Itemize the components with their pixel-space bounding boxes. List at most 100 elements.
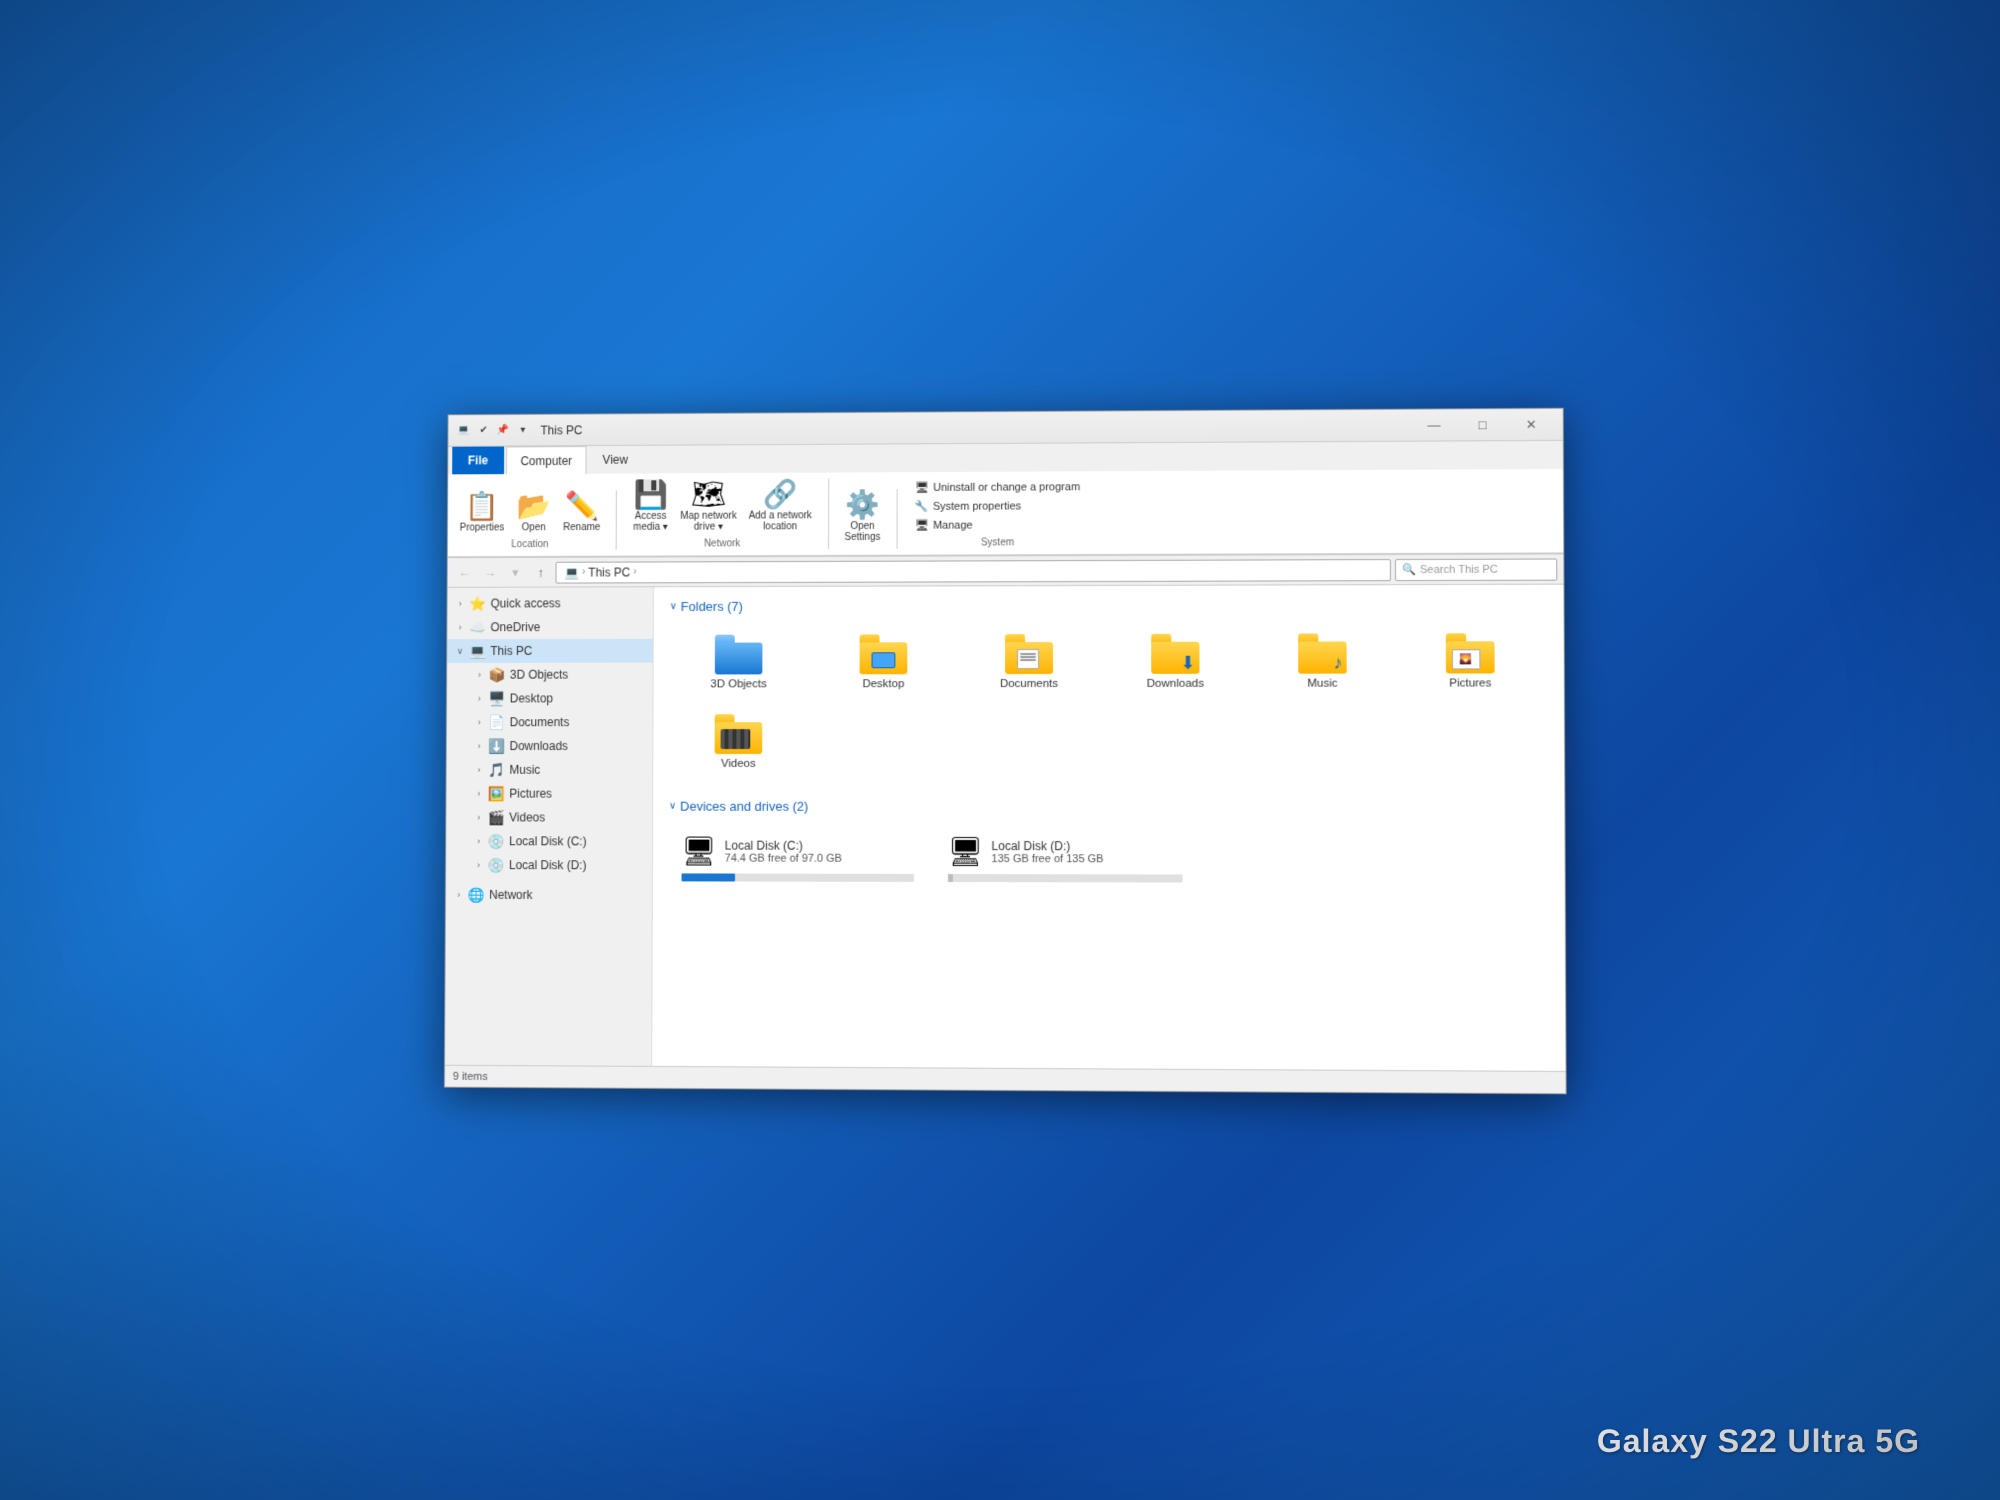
- sidebar-item-network[interactable]: › 🌐 Network: [446, 883, 652, 907]
- folder-item-desktop[interactable]: Desktop: [814, 625, 953, 699]
- maximize-button[interactable]: □: [1459, 413, 1506, 437]
- add-location-label: Add a networklocation: [749, 510, 812, 532]
- downloads-label: Downloads: [510, 739, 568, 753]
- up-button[interactable]: ↑: [530, 561, 552, 583]
- 3d-objects-folder-icon: [715, 635, 763, 675]
- crumb-icon: 💻: [564, 565, 579, 579]
- pictures-arrow: ›: [474, 789, 484, 799]
- 3d-objects-label: 3D Objects: [510, 668, 568, 682]
- dropdown-icon: ▾: [515, 422, 531, 438]
- tab-file[interactable]: File: [452, 447, 504, 475]
- ribbon-system-props-button[interactable]: 🔧 System properties: [909, 497, 1086, 515]
- ribbon-add-location-button[interactable]: 🔗 Add a networklocation: [745, 479, 816, 535]
- rename-label: Rename: [563, 522, 600, 533]
- pictures-item-label: Pictures: [1449, 677, 1491, 689]
- disk-c-icon: 💿: [487, 833, 505, 850]
- folder-item-music[interactable]: ♪ Music: [1252, 624, 1394, 699]
- disk-d-arrow: ›: [474, 860, 484, 870]
- network-icon: 🌐: [468, 886, 486, 903]
- ribbon-manage-button[interactable]: 🖥 Manage: [909, 516, 1086, 534]
- crumb-separator: ›: [582, 567, 585, 578]
- ribbon-map-drive-button[interactable]: 🗺 Map networkdrive ▾: [676, 479, 741, 535]
- this-pc-arrow: ∨: [455, 646, 465, 657]
- recent-locations-button[interactable]: ▾: [504, 561, 526, 583]
- drives-section-header: ∨ Devices and drives (2): [669, 799, 1548, 815]
- map-drive-label: Map networkdrive ▾: [680, 511, 737, 533]
- ribbon-group-settings: ⚙️ OpenSettings: [841, 489, 898, 549]
- documents-label: Documents: [510, 715, 570, 729]
- disk-d-label: Local Disk (D:): [509, 858, 587, 872]
- music-arrow: ›: [474, 765, 484, 775]
- sidebar-item-this-pc[interactable]: ∨ 💻 This PC: [447, 639, 653, 663]
- search-box[interactable]: 🔍 Search This PC: [1395, 558, 1557, 581]
- folder-item-videos[interactable]: Videos: [669, 705, 808, 779]
- drive-d-progress-bar: [948, 874, 1183, 883]
- title-bar-icons: 💻 ✔ 📌 ▾: [456, 422, 530, 438]
- open-icon: 📂: [517, 493, 551, 521]
- music-folder-icon: ♪: [1298, 633, 1347, 673]
- disk-c-arrow: ›: [474, 836, 484, 846]
- folder-item-documents[interactable]: Documents: [959, 625, 1099, 699]
- search-icon: 🔍: [1402, 563, 1416, 576]
- sidebar-item-desktop[interactable]: › 🖥️ Desktop: [447, 686, 653, 710]
- onedrive-arrow: ›: [455, 622, 465, 632]
- ribbon-rename-button[interactable]: ✏️ Rename: [559, 490, 604, 535]
- desktop-label: Desktop: [510, 691, 553, 705]
- sidebar-item-documents[interactable]: › 📄 Documents: [447, 710, 653, 734]
- forward-button[interactable]: →: [479, 562, 501, 584]
- network-group-label: Network: [629, 538, 816, 550]
- drive-c-icon: 🖥: [682, 835, 717, 868]
- watermark: Galaxy S22 Ultra 5G: [1597, 1423, 1920, 1460]
- ribbon-open-settings-button[interactable]: ⚙️ OpenSettings: [841, 489, 885, 545]
- folder-item-3d-objects[interactable]: 3D Objects: [669, 626, 808, 700]
- videos-label: Videos: [509, 811, 545, 825]
- desktop-icon: 🖥️: [488, 690, 506, 707]
- sidebar-item-local-disk-c[interactable]: › 💿 Local Disk (C:): [446, 829, 652, 853]
- rename-icon: ✏️: [565, 492, 599, 520]
- drive-item-d[interactable]: 🖥 Local Disk (D:) 135 GB free of 135 GB: [935, 826, 1196, 892]
- address-path[interactable]: 💻 › This PC ›: [556, 559, 1391, 584]
- drive-c-free: 74.4 GB free of 97.0 GB: [725, 852, 914, 864]
- folder-item-pictures[interactable]: 🌄 Pictures: [1399, 624, 1541, 699]
- sidebar-item-music[interactable]: › 🎵 Music: [447, 758, 653, 782]
- sidebar-item-videos[interactable]: › 🎬 Videos: [446, 805, 652, 829]
- downloads-item-label: Downloads: [1147, 678, 1204, 690]
- system-props-label: System properties: [933, 500, 1021, 512]
- downloads-folder-icon: ⬇: [1151, 634, 1199, 674]
- ribbon-group-network: 💾 Accessmedia ▾ 🗺 Map networkdrive ▾ 🔗 A…: [629, 479, 829, 550]
- add-location-icon: 🔗: [763, 481, 798, 509]
- ribbon-uninstall-button[interactable]: 🖥 Uninstall or change a program: [909, 478, 1086, 496]
- sidebar-item-quick-access[interactable]: › ⭐ Quick access: [447, 591, 652, 615]
- sidebar-item-pictures[interactable]: › 🖼️ Pictures: [446, 782, 652, 806]
- uninstall-label: Uninstall or change a program: [933, 481, 1080, 494]
- drive-item-c[interactable]: 🖥 Local Disk (C:) 74.4 GB free of 97.0 G…: [669, 826, 927, 891]
- back-button[interactable]: ←: [454, 562, 476, 584]
- drive-d-info: Local Disk (D:) 135 GB free of 135 GB: [991, 839, 1182, 865]
- sidebar-item-local-disk-d[interactable]: › 💿 Local Disk (D:): [446, 853, 652, 877]
- content-area: ∨ Folders (7) 3D Objects: [652, 585, 1565, 1071]
- desktop-arrow: ›: [474, 694, 484, 704]
- tab-computer[interactable]: Computer: [506, 446, 587, 475]
- folder-item-downloads[interactable]: ⬇ Downloads: [1105, 625, 1246, 699]
- map-drive-icon: 🗺: [691, 481, 726, 509]
- drives-section-label: Devices and drives (2): [680, 799, 808, 814]
- minimize-button[interactable]: —: [1411, 413, 1458, 437]
- desktop-folder-icon: [860, 634, 908, 674]
- disk-c-label: Local Disk (C:): [509, 834, 587, 848]
- settings-icon: ⚙️: [845, 491, 880, 519]
- drive-d-name: Local Disk (D:): [991, 839, 1182, 853]
- sidebar-item-3d-objects[interactable]: › 📦 3D Objects: [447, 663, 653, 687]
- sidebar-item-downloads[interactable]: › ⬇️ Downloads: [447, 734, 653, 758]
- drives-arrow: ∨: [669, 801, 676, 812]
- ribbon-access-media-button[interactable]: 💾 Accessmedia ▾: [629, 479, 673, 535]
- onedrive-icon: ☁️: [469, 619, 487, 636]
- drives-grid: 🖥 Local Disk (C:) 74.4 GB free of 97.0 G…: [669, 826, 1549, 893]
- tab-view[interactable]: View: [589, 446, 642, 474]
- music-icon: 🎵: [488, 761, 506, 778]
- ribbon-open-button[interactable]: 📂 Open: [512, 491, 555, 536]
- ribbon-properties-button[interactable]: 📋 Properties: [456, 491, 509, 536]
- check-icon: ✔: [476, 422, 492, 438]
- sidebar-item-onedrive[interactable]: › ☁️ OneDrive: [447, 615, 652, 639]
- window-icon: 💻: [456, 423, 472, 439]
- close-button[interactable]: ✕: [1508, 412, 1555, 436]
